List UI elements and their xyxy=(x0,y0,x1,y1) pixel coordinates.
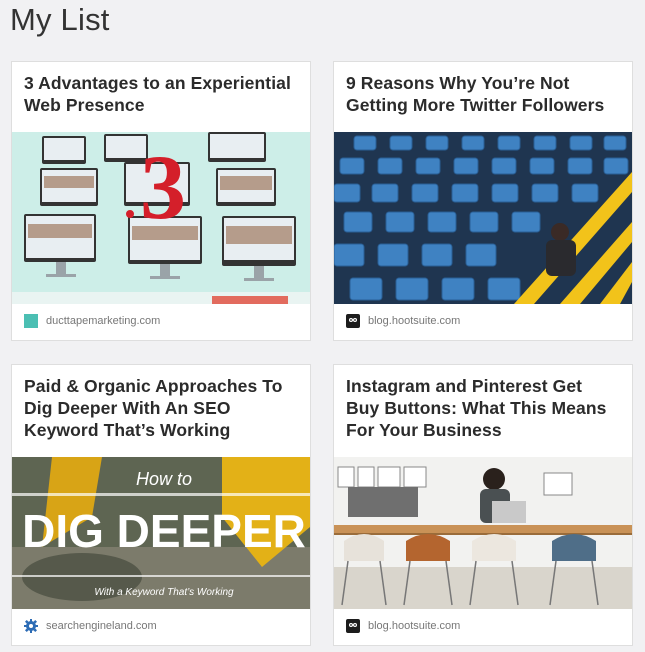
svg-text:3: 3 xyxy=(140,136,186,238)
card-source[interactable]: blog.hootsuite.com xyxy=(346,302,460,340)
image-script-text: How to xyxy=(136,469,192,489)
card-title[interactable]: Instagram and Pinterest Get Buy Buttons:… xyxy=(334,365,632,441)
source-domain: blog.hootsuite.com xyxy=(368,315,461,327)
card-source[interactable]: blog.hootsuite.com xyxy=(346,607,460,645)
source-domain: blog.hootsuite.com xyxy=(368,620,461,632)
card-source[interactable]: searchengineland.com xyxy=(24,607,157,645)
page-title: My List xyxy=(10,2,110,37)
article-card[interactable]: Paid & Organic Approaches To Dig Deeper … xyxy=(11,364,311,646)
article-card[interactable]: Instagram and Pinterest Get Buy Buttons:… xyxy=(333,364,633,646)
article-card[interactable]: 9 Reasons Why You’re Not Getting More Tw… xyxy=(333,61,633,341)
source-domain: searchengineland.com xyxy=(46,620,157,632)
image-tagline-text: With a Keyword That’s Working xyxy=(94,587,234,598)
card-source[interactable]: ducttapemarketing.com xyxy=(24,302,160,340)
owl-icon xyxy=(346,314,360,328)
card-thumbnail[interactable] xyxy=(334,457,632,609)
card-thumbnail[interactable] xyxy=(334,132,632,304)
article-card[interactable]: 3 Advantages to an Experiential Web Pres… xyxy=(11,61,311,341)
owl-icon xyxy=(346,619,360,633)
image-headline-text: DIG DEEPER xyxy=(22,505,306,557)
card-title[interactable]: 9 Reasons Why You’re Not Getting More Tw… xyxy=(334,62,632,116)
source-domain: ducttapemarketing.com xyxy=(46,315,161,327)
card-title[interactable]: Paid & Organic Approaches To Dig Deeper … xyxy=(12,365,310,441)
card-title[interactable]: 3 Advantages to an Experiential Web Pres… xyxy=(12,62,310,116)
card-thumbnail[interactable]: How to DIG DEEPER With a Keyword That’s … xyxy=(12,457,310,609)
teal-square-icon xyxy=(24,314,38,328)
card-thumbnail[interactable]: 3 xyxy=(12,132,310,304)
gear-icon xyxy=(24,619,38,633)
